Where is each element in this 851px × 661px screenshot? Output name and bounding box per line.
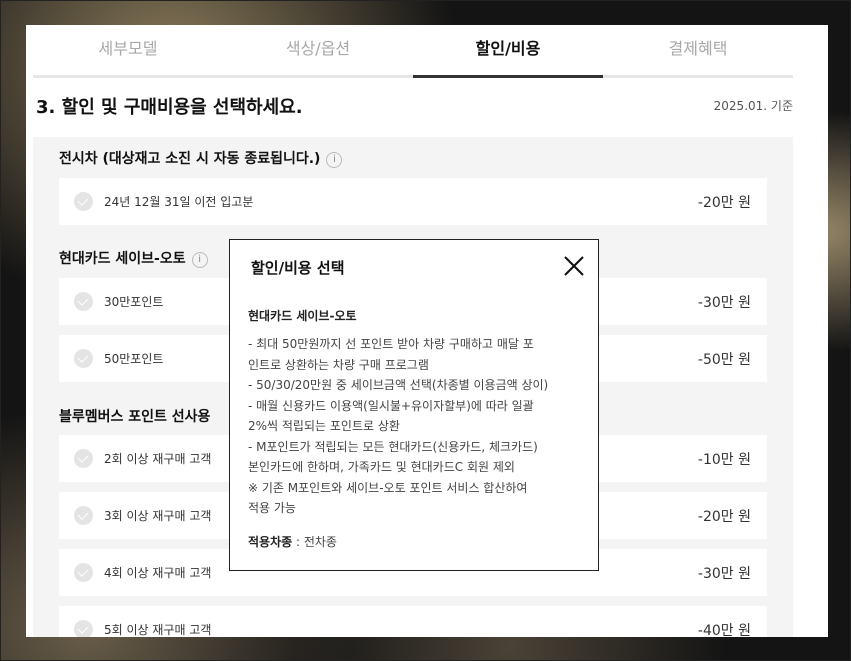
applicable-models-label: 적용차종 xyxy=(248,535,293,549)
item-label: 3회 이상 재구매 고객 xyxy=(104,509,212,523)
modal-title: 할인/비용 선택 xyxy=(251,259,345,277)
modal-subtitle: 현대카드 세이브-오토 xyxy=(248,309,357,323)
section-title: 블루멤버스 포인트 선사용 xyxy=(59,406,210,426)
item-price: -20만 원 xyxy=(697,195,751,211)
item-price: -30만 원 xyxy=(697,566,751,582)
item-label: 50만포인트 xyxy=(104,352,164,366)
description-line: - 매월 신용카드 이용액(일시불+유이자할부)에 따라 일괄 xyxy=(248,398,534,413)
applicable-models-value: : 전차종 xyxy=(292,535,337,549)
list-item[interactable]: 5회 이상 재구매 고객 -40만 원 xyxy=(59,606,767,637)
description-line: 인트로 상환하는 차량 구매 프로그램 xyxy=(248,357,429,372)
item-label: 24년 12월 31일 이전 입고분 xyxy=(104,195,254,209)
item-price: -40만 원 xyxy=(697,623,751,637)
description-line: 2%씩 적립되는 포인트로 상환 xyxy=(248,419,400,433)
description-line: 본인카드에 한하며, 가족카드 및 현대카드C 회원 제외 xyxy=(248,460,515,474)
check-icon[interactable] xyxy=(74,563,93,582)
list-item[interactable]: 24년 12월 31일 이전 입고분 -20만 원 xyxy=(59,178,767,225)
item-price: -10만 원 xyxy=(697,452,751,468)
tab-payment-benefits[interactable]: 결제혜택 xyxy=(603,25,793,75)
section-title: 전시차 (대상재고 소진 시 자동 종료됩니다.) i xyxy=(59,148,343,168)
description-line: ※ 기존 M포인트와 세이브-오토 포인트 서비스 합산하여 xyxy=(248,480,528,495)
check-icon[interactable] xyxy=(74,349,93,368)
heading-row: 3. 할인 및 구매비용을 선택하세요. 2025.01. 기준 xyxy=(36,93,793,119)
section-title-text: 현대카드 세이브-오토 xyxy=(59,251,186,267)
section-title: 현대카드 세이브-오토 i xyxy=(59,248,208,268)
info-icon[interactable]: i xyxy=(191,252,208,268)
tab-discount-cost[interactable]: 할인/비용 xyxy=(413,25,603,78)
description-line: - M포인트가 적립되는 모든 현대카드(신용카드, 체크카드) xyxy=(248,439,538,454)
check-icon[interactable] xyxy=(74,192,93,211)
info-modal: 할인/비용 선택 현대카드 세이브-오토 - 최대 50만원까지 선 포인트 받… xyxy=(229,239,599,571)
modal-description: - 최대 50만원까지 선 포인트 받아 차량 구매하고 매달 포 인트로 상환… xyxy=(248,334,586,519)
basis-date: 2025.01. 기준 xyxy=(713,99,793,113)
item-price: -20만 원 xyxy=(697,509,751,525)
applicable-models: 적용차종 : 전차종 xyxy=(248,533,337,550)
section-title-text: 블루멤버스 포인트 선사용 xyxy=(59,409,211,425)
item-label: 4회 이상 재구매 고객 xyxy=(104,566,212,580)
tab-color-options[interactable]: 색상/옵션 xyxy=(223,25,413,75)
info-icon[interactable]: i xyxy=(326,152,343,168)
check-icon[interactable] xyxy=(74,620,93,637)
section-title-text: 전시차 (대상재고 소진 시 자동 종료됩니다.) xyxy=(59,151,321,167)
item-price: -30만 원 xyxy=(697,295,751,311)
description-line: 적용 가능 xyxy=(248,501,296,515)
tab-detail-model[interactable]: 세부모델 xyxy=(33,25,223,75)
item-label: 2회 이상 재구매 고객 xyxy=(104,452,212,466)
check-icon[interactable] xyxy=(74,506,93,525)
item-price: -50만 원 xyxy=(697,352,751,368)
description-line: - 50/30/20만원 중 세이브금액 선택(차종별 이용금액 상이) xyxy=(248,378,549,392)
check-icon[interactable] xyxy=(74,292,93,311)
tab-bar: 세부모델 색상/옵션 할인/비용 결제혜택 xyxy=(33,25,793,78)
check-icon[interactable] xyxy=(74,449,93,468)
page-title: 3. 할인 및 구매비용을 선택하세요. xyxy=(36,97,303,118)
description-line: - 최대 50만원까지 선 포인트 받아 차량 구매하고 매달 포 xyxy=(248,337,534,351)
item-label: 30만포인트 xyxy=(104,295,164,309)
window: 세부모델 색상/옵션 할인/비용 결제혜택 3. 할인 및 구매비용을 선택하세… xyxy=(0,0,851,661)
close-icon[interactable] xyxy=(561,253,587,279)
item-label: 5회 이상 재구매 고객 xyxy=(104,623,212,637)
